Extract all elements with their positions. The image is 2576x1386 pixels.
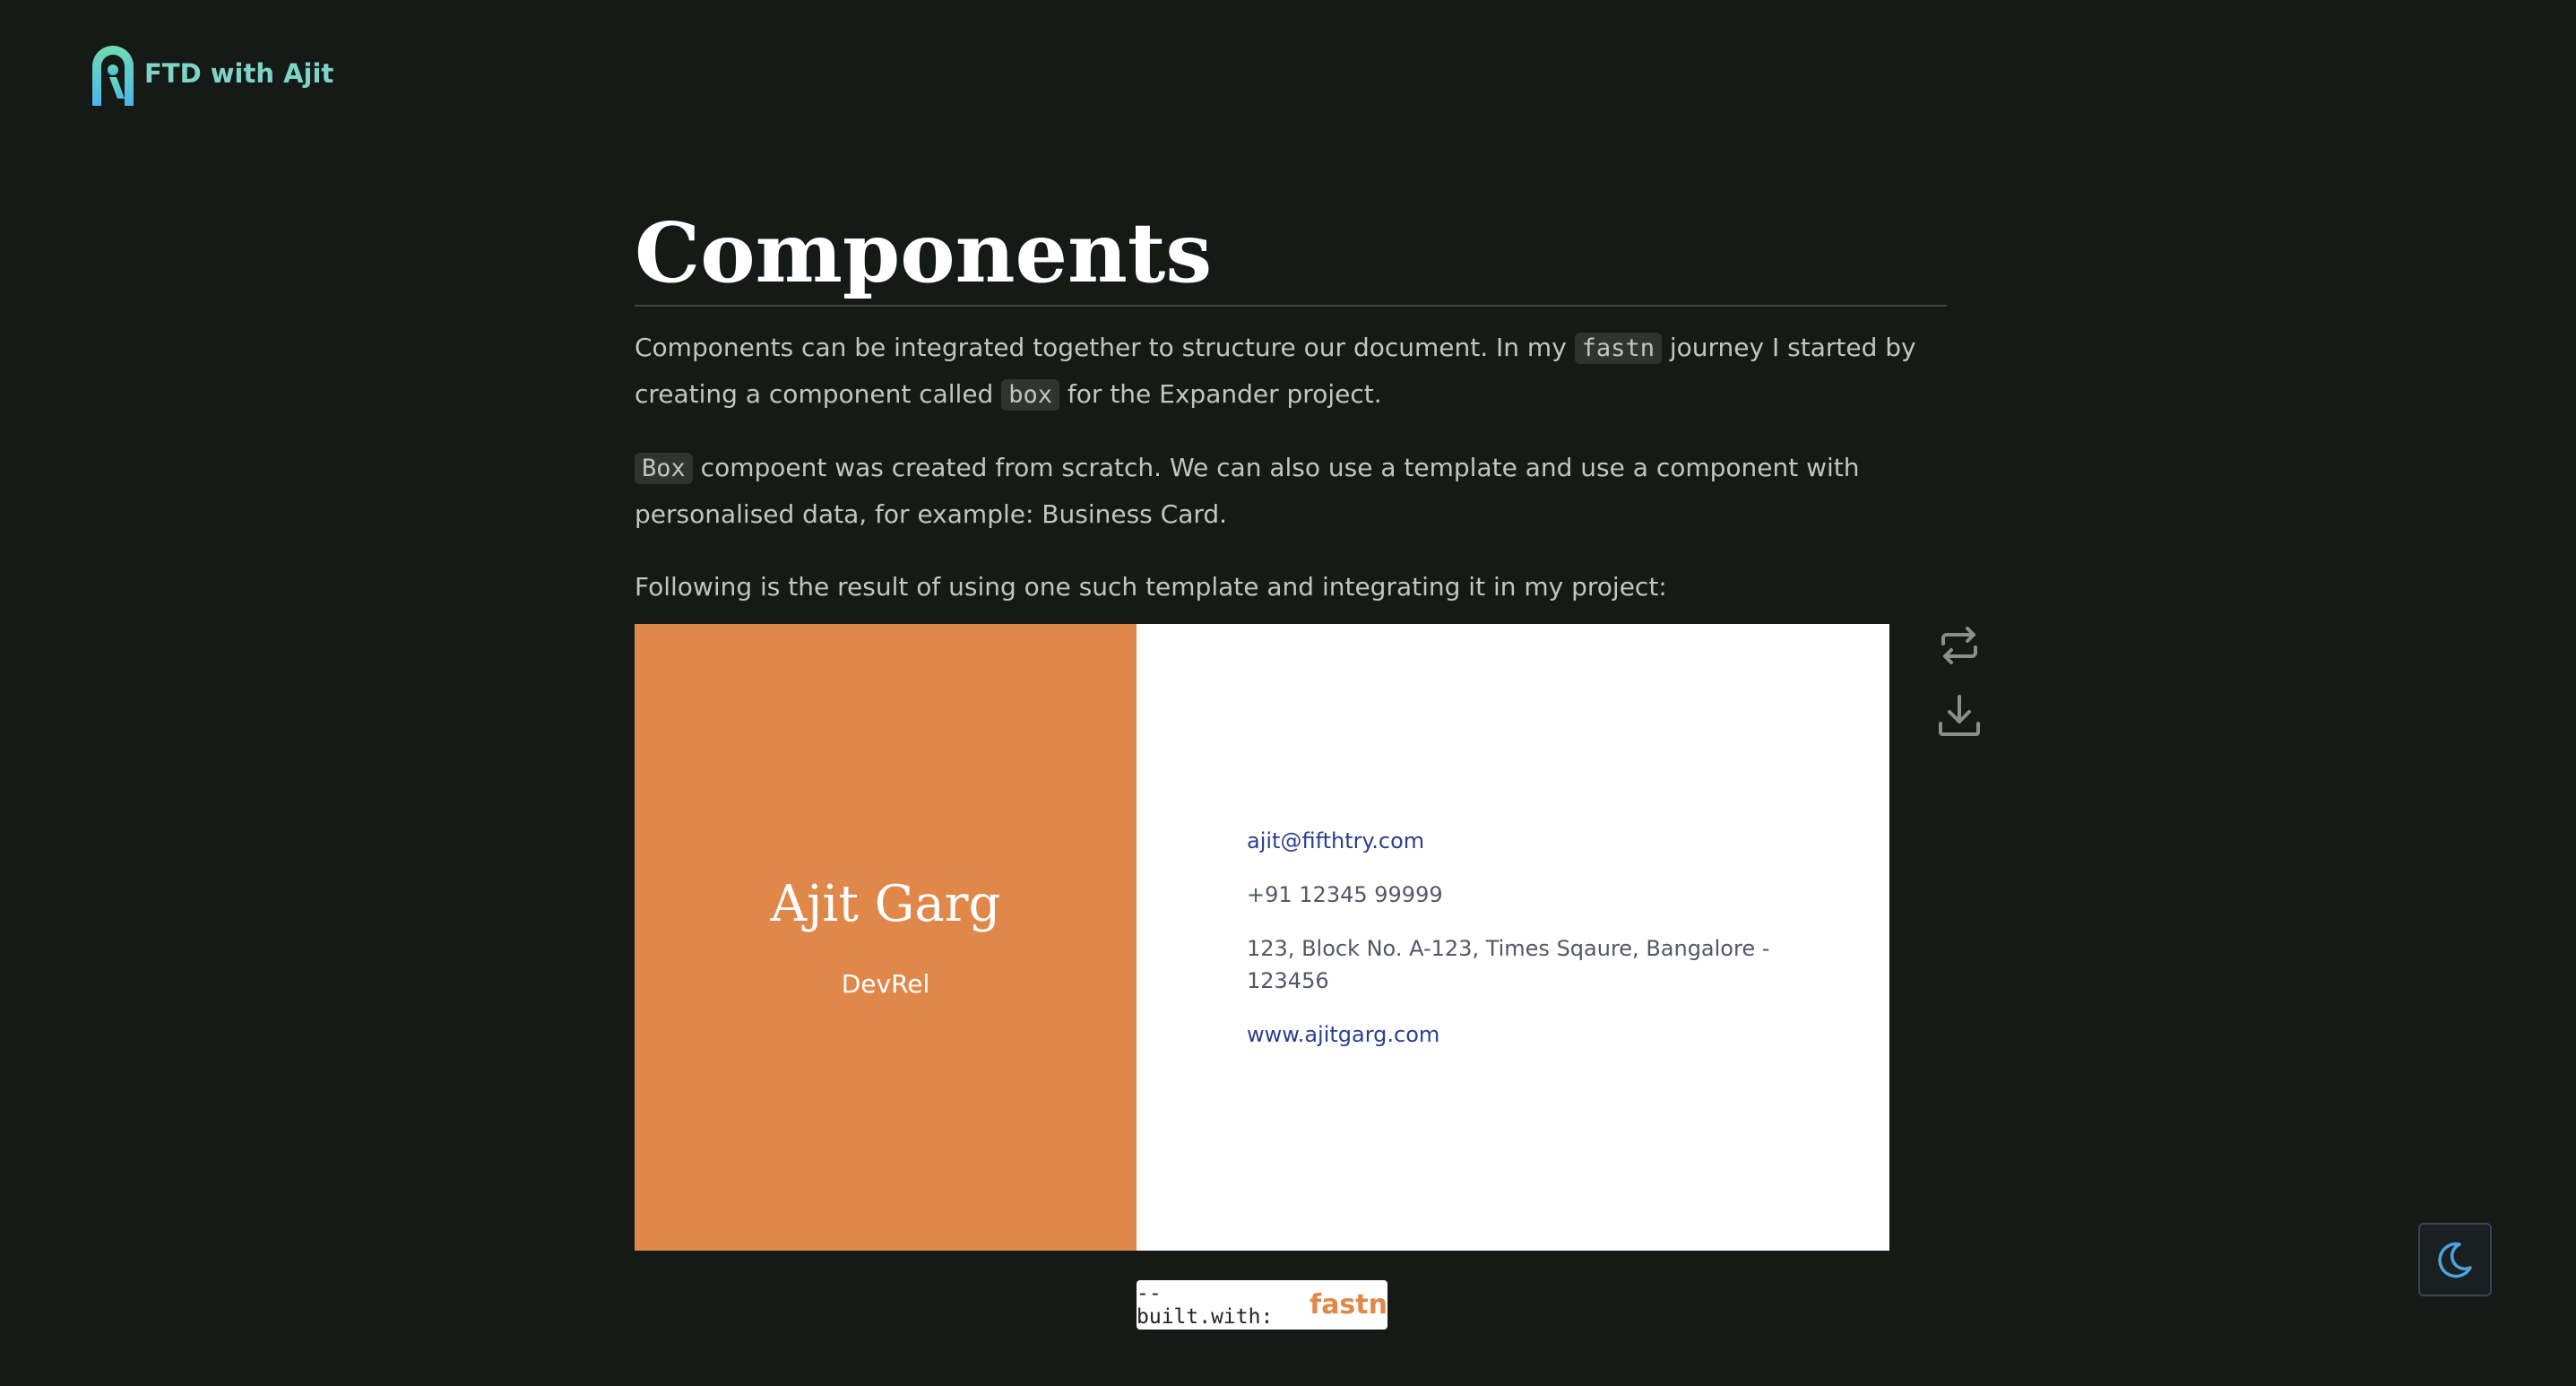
title-divider (635, 305, 1947, 307)
card-email-link[interactable]: ajit@fifthtry.com (1247, 825, 1782, 857)
para1-text-3: for the Expander project. (1059, 379, 1382, 409)
built-with-badge[interactable]: -- built.with: fastn (1137, 1280, 1387, 1330)
card-details-panel: ajit@fifthtry.com +91 12345 99999 123, B… (1137, 624, 1889, 1251)
inline-code-box: box (1001, 379, 1060, 411)
para1-text-1: Components can be integrated together to… (635, 333, 1575, 362)
moon-icon (2438, 1242, 2472, 1278)
para2-text-1: compoent was created from scratch. We ca… (635, 453, 1860, 529)
logo-icon (92, 46, 134, 106)
flip-icon (1941, 627, 1977, 664)
page-title: Components (635, 204, 1213, 301)
inline-code-Box: Box (635, 453, 693, 484)
inline-code-fastn: fastn (1574, 333, 1662, 364)
card-website-link[interactable]: www.ajitgarg.com (1247, 1018, 1782, 1051)
card-phone: +91 12345 99999 (1247, 881, 1443, 907)
badge-prefix: -- built.with: (1137, 1281, 1274, 1329)
badge-brand: fastn (1310, 1289, 1387, 1321)
flip-card-button[interactable] (1936, 622, 1983, 669)
download-card-button[interactable] (1936, 692, 1983, 739)
theme-toggle-button[interactable] (2418, 1223, 2492, 1296)
site-logo[interactable]: FTD with Ajit (85, 39, 333, 108)
logo-text: FTD with Ajit (144, 58, 334, 89)
download-icon (1939, 695, 1980, 736)
paragraph-following: Following is the result of using one suc… (635, 572, 1667, 602)
business-card: Ajit Garg DevRel ajit@fifthtry.com +91 1… (635, 624, 1889, 1251)
card-name: Ajit Garg (770, 874, 1001, 933)
paragraph-intro: Components can be integrated together to… (635, 325, 1947, 418)
main-content: Components Components can be integrated … (635, 199, 1947, 610)
card-address: 123, Block No. A-123, Times Sqaure, Bang… (1247, 935, 1770, 993)
card-role: DevRel (841, 968, 930, 999)
paragraph-box: Box compoent was created from scratch. W… (635, 445, 1947, 537)
card-front-panel: Ajit Garg DevRel (635, 624, 1137, 1251)
